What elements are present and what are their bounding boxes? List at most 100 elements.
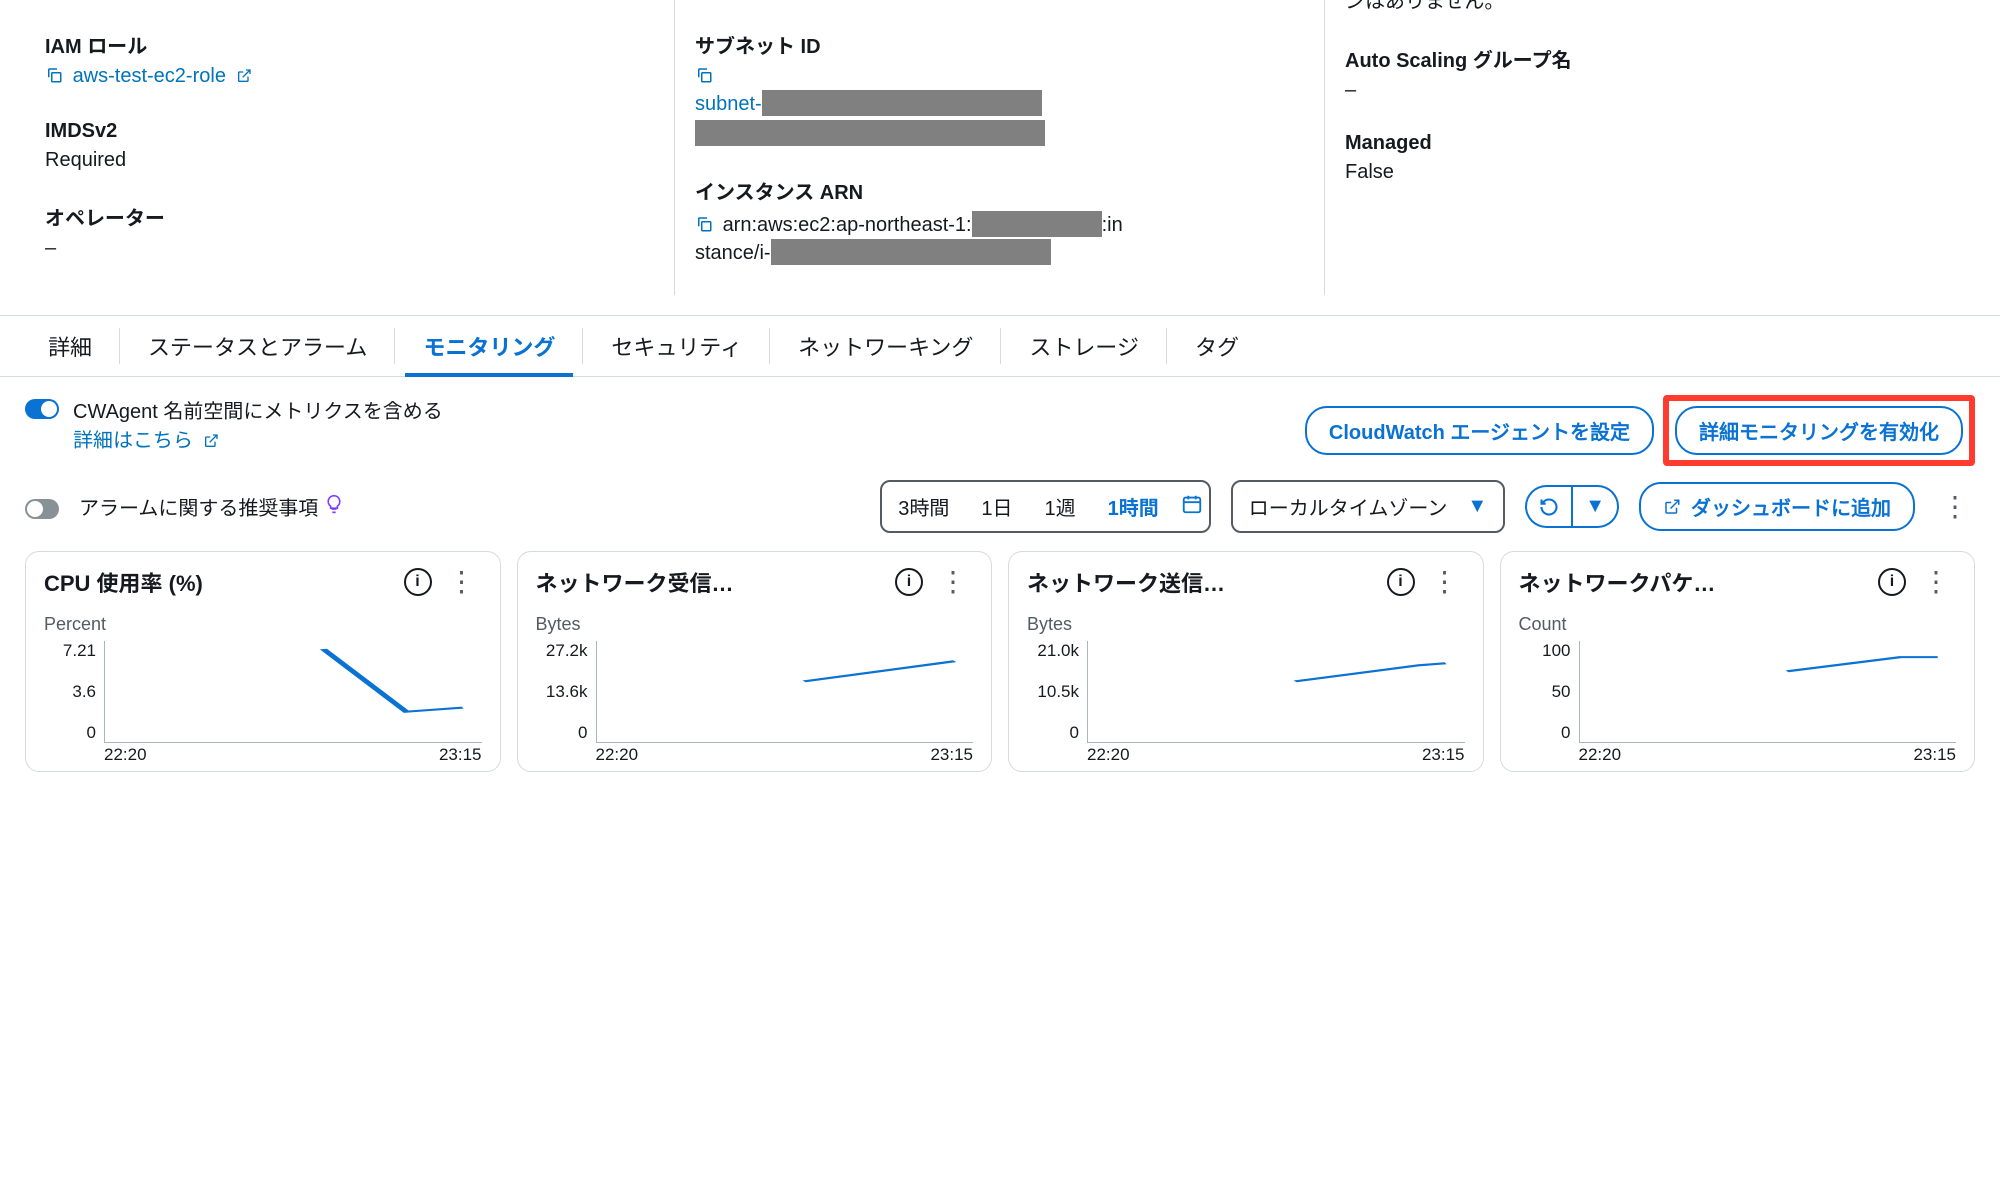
tab-tags[interactable]: タグ <box>1167 316 1267 376</box>
field-instance-arn: インスタンス ARN arn:aws:ec2:ap-northeast-1::i… <box>695 176 1305 265</box>
x-start: 22:20 <box>1579 745 1622 765</box>
copy-icon[interactable] <box>45 66 63 90</box>
details-col-3: ンはありません。 Auto Scaling グループ名 – Managed Fa… <box>1325 0 1975 295</box>
y-mid: 13.6k <box>536 682 588 702</box>
time-opt-1h[interactable]: 1時間 <box>1098 486 1169 527</box>
chart-net-packets: ネットワークパケ… i ⋮ Count 100 50 0 22:20 23:15 <box>1500 551 1976 772</box>
field-asg: Auto Scaling グループ名 – <box>1345 44 1955 102</box>
iam-role-label: IAM ロール <box>45 30 655 59</box>
x-start: 22:20 <box>1087 745 1130 765</box>
x-end: 23:15 <box>930 745 973 765</box>
time-opt-3h[interactable]: 3時間 <box>888 486 959 527</box>
chart-title: CPU 使用率 (%) <box>44 566 394 598</box>
asg-label: Auto Scaling グループ名 <box>1345 44 1955 73</box>
charts-row: CPU 使用率 (%) i ⋮ Percent 7.21 3.6 0 22:20… <box>0 551 2000 792</box>
info-icon[interactable]: i <box>1387 568 1415 596</box>
operator-label: オペレーター <box>45 202 655 231</box>
chart-menu-button[interactable]: ⋮ <box>1425 575 1465 589</box>
tab-security[interactable]: セキュリティ <box>583 316 770 376</box>
instance-tabs: 詳細 ステータスとアラーム モニタリング セキュリティ ネットワーキング ストレ… <box>0 315 2000 377</box>
chart-unit: Bytes <box>1027 614 1465 635</box>
copy-icon[interactable] <box>695 215 713 239</box>
redacted-block <box>762 90 1042 116</box>
y-min: 0 <box>44 723 96 743</box>
imdsv2-label: IMDSv2 <box>45 120 655 143</box>
cwagent-label: CWAgent 名前空間にメトリクスを含める <box>73 395 443 424</box>
chart-area: 27.2k 13.6k 0 22:20 23:15 <box>536 641 974 761</box>
y-mid: 3.6 <box>44 682 96 702</box>
instance-details: IAM ロール aws-test-ec2-role IMDSv2 Require… <box>0 0 2000 315</box>
x-end: 23:15 <box>439 745 482 765</box>
time-opt-1d[interactable]: 1日 <box>971 486 1022 527</box>
monitoring-toolbar-1: CWAgent 名前空間にメトリクスを含める 詳細はこちら CloudWatch… <box>0 377 2000 476</box>
y-min: 0 <box>1027 723 1079 743</box>
details-link-text: 詳細はこちら <box>73 430 193 452</box>
time-opt-1w[interactable]: 1週 <box>1035 486 1086 527</box>
external-link-icon <box>236 67 252 90</box>
alarm-recommendations-label: アラームに関する推奨事項 <box>79 492 318 521</box>
y-max: 27.2k <box>536 641 588 661</box>
refresh-button[interactable] <box>1525 485 1572 528</box>
x-end: 23:15 <box>1422 745 1465 765</box>
add-to-dashboard-button[interactable]: ダッシュボードに追加 <box>1639 482 1915 531</box>
imdsv2-value: Required <box>45 149 655 172</box>
alarm-recommendations-toggle[interactable] <box>25 499 59 519</box>
chart-area: 100 50 0 22:20 23:15 <box>1519 641 1957 761</box>
chart-cpu: CPU 使用率 (%) i ⋮ Percent 7.21 3.6 0 22:20… <box>25 551 501 772</box>
field-operator: オペレーター – <box>45 202 655 260</box>
y-max: 7.21 <box>44 641 96 661</box>
tab-details[interactable]: 詳細 <box>20 316 120 376</box>
chart-menu-button[interactable]: ⋮ <box>1916 575 1956 589</box>
x-start: 22:20 <box>596 745 639 765</box>
cwagent-toggle[interactable] <box>25 399 59 419</box>
y-mid: 10.5k <box>1027 682 1079 702</box>
chart-unit: Bytes <box>536 614 974 635</box>
chart-title: ネットワーク送信… <box>1027 566 1377 598</box>
managed-label: Managed <box>1345 132 1955 155</box>
chart-net-in: ネットワーク受信… i ⋮ Bytes 27.2k 13.6k 0 22:20 … <box>517 551 993 772</box>
timezone-selector[interactable]: ローカルタイムゾーン ▼ <box>1231 480 1505 533</box>
redacted-block <box>972 211 1102 237</box>
details-col-2: サブネット ID subnet- インスタンス ARN arn:aws:ec2:… <box>675 0 1325 295</box>
iam-role-link[interactable]: aws-test-ec2-role <box>73 65 226 87</box>
chevron-down-icon: ▼ <box>1585 495 1605 518</box>
chart-title: ネットワーク受信… <box>536 566 886 598</box>
details-col-1: IAM ロール aws-test-ec2-role IMDSv2 Require… <box>25 0 675 295</box>
tab-networking[interactable]: ネットワーキング <box>770 316 1001 376</box>
lightbulb-icon <box>324 494 344 520</box>
info-icon[interactable]: i <box>895 568 923 596</box>
chart-net-out: ネットワーク送信… i ⋮ Bytes 21.0k 10.5k 0 22:20 … <box>1008 551 1484 772</box>
chart-menu-button[interactable]: ⋮ <box>933 575 973 589</box>
field-managed: Managed False <box>1345 132 1955 184</box>
more-options-button[interactable]: ⋮ <box>1935 500 1975 514</box>
tab-monitoring[interactable]: モニタリング <box>395 316 583 376</box>
info-icon[interactable]: i <box>404 568 432 596</box>
field-imdsv2: IMDSv2 Required <box>45 120 655 172</box>
y-min: 0 <box>1519 723 1571 743</box>
cwagent-details-link[interactable]: 詳細はこちら <box>73 430 219 452</box>
truncated-previous-value: ンはありません。 <box>1345 0 1955 14</box>
chart-menu-button[interactable]: ⋮ <box>442 575 482 589</box>
subnet-prefix[interactable]: subnet- <box>695 93 762 115</box>
time-range-selector: 3時間 1日 1週 1時間 <box>880 480 1211 533</box>
field-iam-role: IAM ロール aws-test-ec2-role <box>45 30 655 90</box>
highlight-box: 詳細モニタリングを有効化 <box>1663 395 1975 466</box>
arn-mid: :in <box>1102 214 1123 236</box>
tab-status[interactable]: ステータスとアラーム <box>120 316 395 376</box>
add-to-dashboard-label: ダッシュボードに追加 <box>1691 492 1891 521</box>
asg-value: – <box>1345 79 1955 102</box>
x-start: 22:20 <box>104 745 147 765</box>
enable-detailed-monitoring-button[interactable]: 詳細モニタリングを有効化 <box>1675 406 1963 455</box>
copy-icon[interactable] <box>695 66 713 90</box>
calendar-icon[interactable] <box>1181 493 1203 521</box>
arn-line2-prefix: stance/i- <box>695 242 771 264</box>
arn-label: インスタンス ARN <box>695 176 1305 205</box>
monitoring-toolbar-2: アラームに関する推奨事項 3時間 1日 1週 1時間 ローカルタイムゾーン ▼ … <box>0 476 2000 551</box>
refresh-group: ▼ <box>1525 485 1619 528</box>
refresh-menu-button[interactable]: ▼ <box>1572 485 1619 528</box>
tab-storage[interactable]: ストレージ <box>1001 316 1167 376</box>
redacted-block <box>771 239 1051 265</box>
info-icon[interactable]: i <box>1878 568 1906 596</box>
chevron-down-icon: ▼ <box>1467 495 1487 518</box>
configure-cwagent-button[interactable]: CloudWatch エージェントを設定 <box>1305 406 1654 455</box>
